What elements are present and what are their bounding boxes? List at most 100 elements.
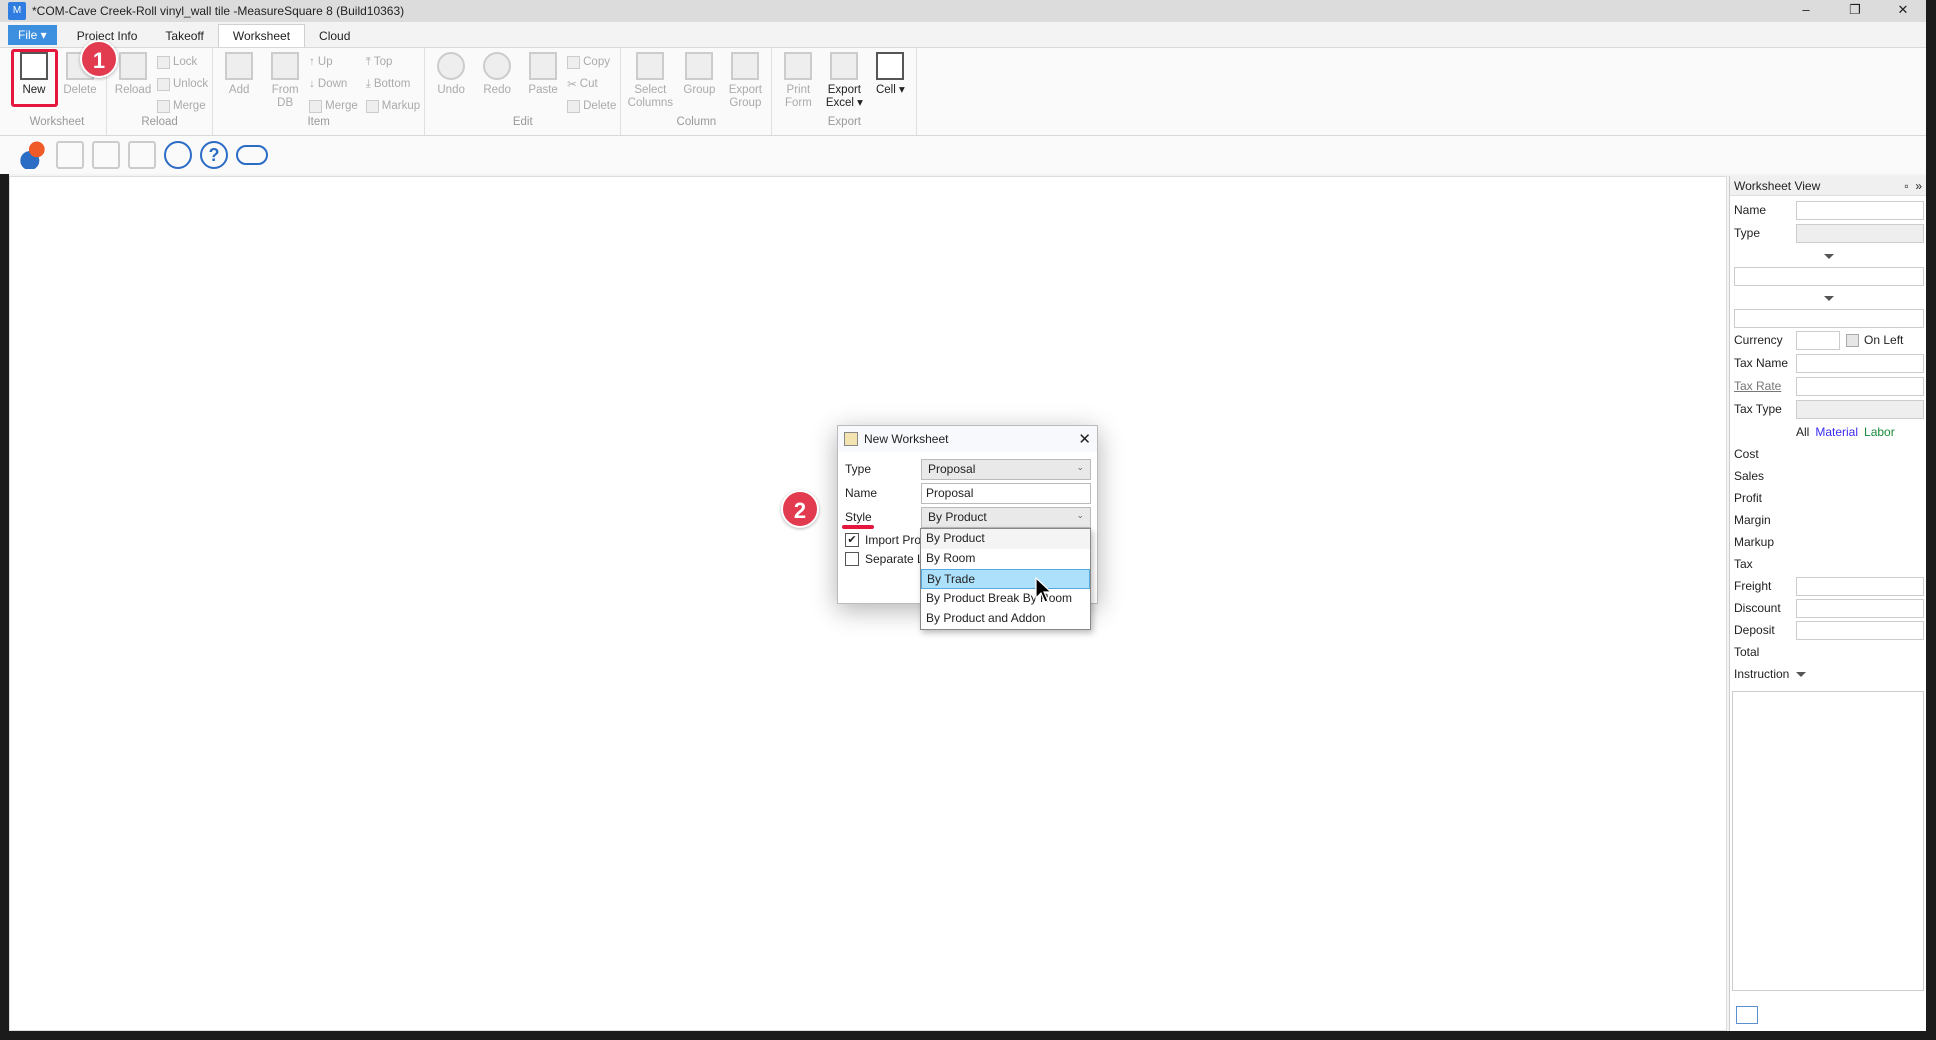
mouse-cursor-icon <box>1035 576 1053 603</box>
panel-field-2[interactable] <box>1734 308 1924 328</box>
filter-material[interactable]: Material <box>1815 425 1858 439</box>
bottom-button[interactable]: ⤓ Bottom <box>366 75 420 93</box>
group-icon <box>685 52 714 80</box>
style-label: Style <box>845 510 872 524</box>
group-label: Item <box>307 116 330 128</box>
top-button[interactable]: ⤒ Top <box>366 53 420 71</box>
tab-file[interactable]: File ▾ <box>8 24 57 45</box>
users-icon[interactable] <box>20 141 48 169</box>
cut-button[interactable]: ✂ Cut <box>567 75 616 93</box>
export-group-button[interactable]: Export Group <box>723 48 767 116</box>
down-button[interactable]: ↓ Down <box>309 75 358 93</box>
cell-button[interactable]: Cell ▾ <box>868 48 912 116</box>
collapse-panel-icon[interactable]: » <box>1915 179 1922 193</box>
merge-button[interactable]: Merge <box>157 97 208 115</box>
filter-all[interactable]: All <box>1796 425 1809 439</box>
type-select[interactable]: Proposal ⌄ <box>921 458 1091 480</box>
markup-button[interactable]: Markup <box>365 97 420 115</box>
merge-label: Merge <box>325 100 358 112</box>
step-badge-2: 2 <box>781 490 819 528</box>
on-left-checkbox[interactable] <box>1846 333 1859 347</box>
dropdown-arrow-icon[interactable] <box>1824 253 1834 259</box>
dropdown-arrow-icon[interactable] <box>1796 671 1806 677</box>
lock-button[interactable]: Lock <box>157 53 208 71</box>
import-checkbox[interactable]: ✔ <box>845 533 859 547</box>
close-window-button[interactable]: ✕ <box>1888 2 1918 18</box>
add-button[interactable]: Add <box>217 48 261 116</box>
style-underline-annotation <box>842 525 874 529</box>
database-icon <box>271 52 300 80</box>
option-by-room[interactable]: By Room <box>921 549 1090 569</box>
add-icon <box>225 52 254 80</box>
split-icon[interactable] <box>128 141 156 169</box>
tax-rate-link[interactable]: Tax Rate <box>1734 379 1796 393</box>
margin-label: Margin <box>1734 513 1771 527</box>
help-icon[interactable]: ? <box>200 141 228 169</box>
grid-view-icon[interactable] <box>1736 1006 1758 1024</box>
dropdown-arrow-icon[interactable] <box>1824 295 1834 301</box>
filter-labor[interactable]: Labor <box>1864 425 1895 439</box>
layout-icon[interactable] <box>92 141 120 169</box>
select-columns-button[interactable]: Select Columns <box>625 48 675 116</box>
option-by-trade[interactable]: By Trade <box>921 569 1090 589</box>
unlock-button[interactable]: Unlock <box>157 75 208 93</box>
name-input[interactable]: Proposal <box>921 482 1091 504</box>
tab-takeoff[interactable]: Takeoff <box>151 25 217 47</box>
copy-button[interactable]: Copy <box>567 53 616 71</box>
copy-window-icon[interactable] <box>56 141 84 169</box>
from-db-button[interactable]: From DB <box>263 48 307 116</box>
option-by-product-break-by-room[interactable]: By Product Break By Room <box>921 589 1090 609</box>
add-label: Add <box>228 84 250 96</box>
redo-button[interactable]: Redo <box>475 48 519 116</box>
top-label: Top <box>373 56 393 68</box>
undo-button[interactable]: Undo <box>429 48 473 116</box>
quick-toolbar: ? <box>0 136 1926 174</box>
up-button[interactable]: ↑ Up <box>309 53 358 71</box>
restore-button[interactable]: ❐ <box>1840 2 1870 18</box>
type-select[interactable] <box>1796 223 1924 243</box>
merge-icon <box>157 99 170 113</box>
tab-worksheet[interactable]: Worksheet <box>217 24 306 47</box>
style-select[interactable]: By Product ⌄ <box>921 506 1091 528</box>
gear-icon[interactable] <box>164 141 192 169</box>
freight-field[interactable] <box>1796 576 1924 596</box>
new-button-highlight <box>11 49 58 107</box>
cloud-icon[interactable] <box>236 145 268 165</box>
print-preview-icon <box>784 52 813 80</box>
maximize-panel-icon[interactable]: ▫ <box>1904 179 1908 193</box>
redo-label: Redo <box>483 84 511 96</box>
item-merge-button[interactable]: Merge <box>309 97 358 115</box>
arrow-top-icon: ⤒ <box>365 55 371 68</box>
name-field[interactable] <box>1796 200 1924 220</box>
deposit-field[interactable] <box>1796 620 1924 640</box>
edit-delete-button[interactable]: Delete <box>567 97 616 115</box>
tax-rate-field[interactable] <box>1796 376 1924 396</box>
group-column: Select Columns Group Export Group Column <box>621 48 773 135</box>
print-form-button[interactable]: Print Form <box>776 48 820 116</box>
paste-button[interactable]: Paste <box>521 48 565 116</box>
worksheet-view-panel: Worksheet View ▫ » Name Type Currency On … <box>1729 176 1926 1031</box>
currency-select[interactable] <box>1796 330 1840 350</box>
instruction-area[interactable] <box>1732 691 1924 991</box>
group-reload: Reload Lock Unlock Merge Reload <box>107 48 214 135</box>
minimize-button[interactable]: – <box>1791 2 1821 17</box>
group-button[interactable]: Group <box>677 48 721 116</box>
tax-name-label: Tax Name <box>1734 356 1789 370</box>
option-by-product[interactable]: By Product <box>921 529 1090 549</box>
export-excel-button[interactable]: Export Excel ▾ <box>822 48 866 116</box>
right-edge <box>1926 0 1936 1040</box>
panel-field-1[interactable] <box>1734 266 1924 286</box>
separate-checkbox[interactable] <box>845 552 859 566</box>
window-title: *COM-Cave Creek-Roll vinyl_wall tile -Me… <box>32 4 405 18</box>
tax-type-select[interactable] <box>1796 399 1924 419</box>
tax-name-select[interactable] <box>1796 353 1924 373</box>
close-icon[interactable]: ✕ <box>1078 430 1091 448</box>
discount-field[interactable] <box>1796 598 1924 618</box>
tab-cloud[interactable]: Cloud <box>305 25 364 47</box>
export-group-icon <box>731 52 760 80</box>
cut-label: Cut <box>579 78 598 90</box>
cell-icon <box>876 52 905 80</box>
option-by-product-and-addon[interactable]: By Product and Addon <box>921 609 1090 629</box>
delete-label: Delete <box>63 84 97 96</box>
group-label: Edit <box>512 116 533 128</box>
